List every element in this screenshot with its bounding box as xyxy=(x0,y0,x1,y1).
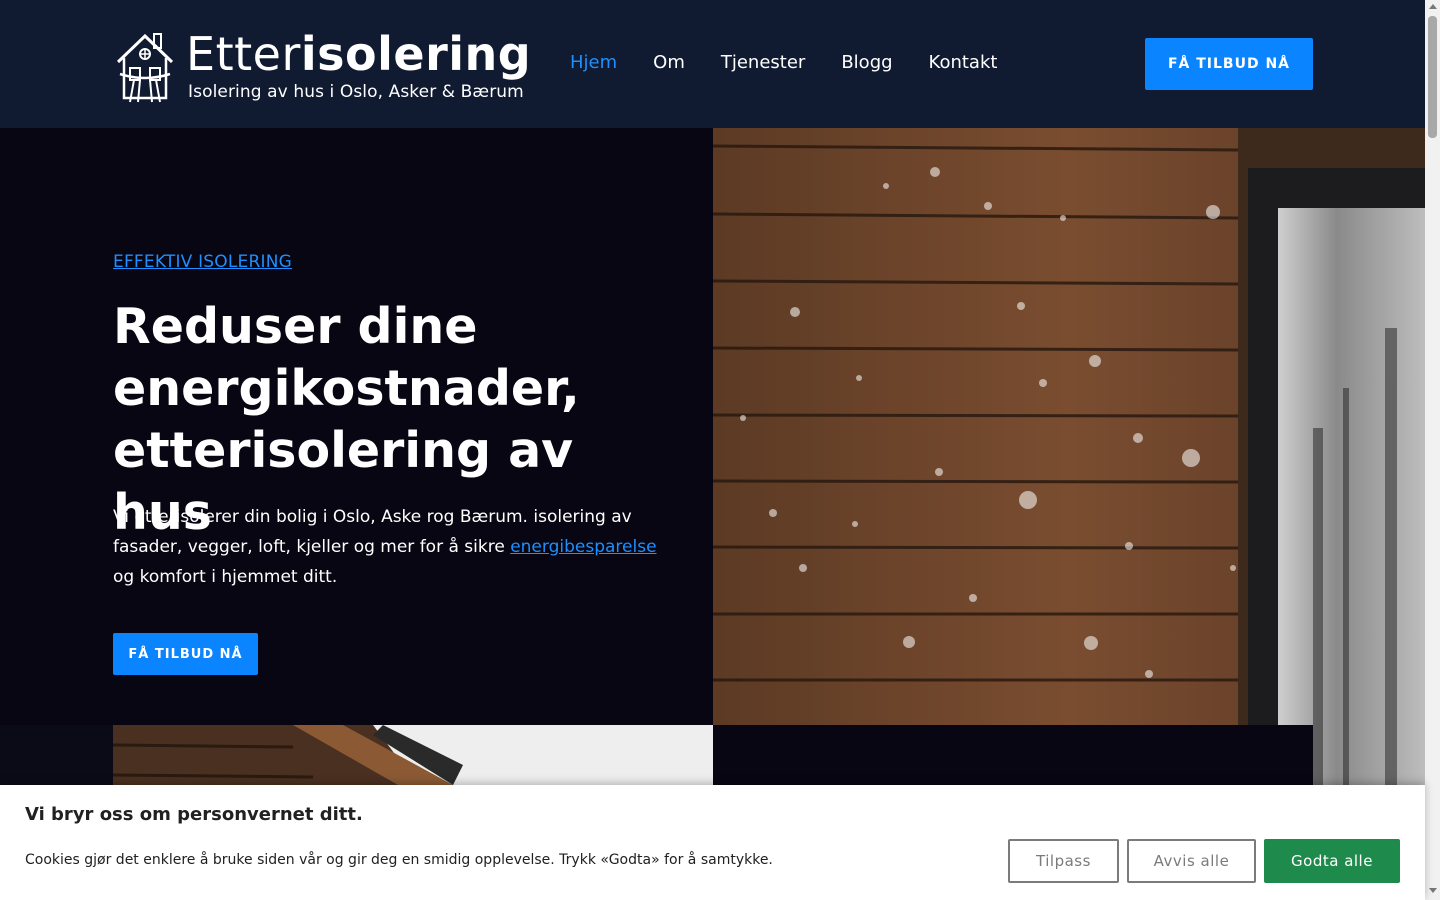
scroll-thumb[interactable] xyxy=(1428,16,1437,138)
site-header: Etterisolering Isolering av hus i Oslo, … xyxy=(0,0,1425,128)
header-quote-button[interactable]: FÅ TILBUD NÅ xyxy=(1145,38,1313,90)
cookie-customize-button[interactable]: Tilpass xyxy=(1008,839,1119,883)
nav-item-tjenester[interactable]: Tjenester xyxy=(721,50,805,76)
cookie-accept-all-button[interactable]: Godta alle xyxy=(1264,839,1400,883)
cookie-reject-all-button[interactable]: Avvis alle xyxy=(1127,839,1256,883)
nav-item-kontakt[interactable]: Kontakt xyxy=(929,50,998,76)
main-nav: Hjem Om Tjenester Blogg Kontakt xyxy=(570,50,1033,76)
nav-item-hjem[interactable]: Hjem xyxy=(570,50,617,76)
logo[interactable]: Etterisolering Isolering av hus i Oslo, … xyxy=(114,28,531,108)
logo-subtitle: Isolering av hus i Oslo, Asker & Bærum xyxy=(188,82,524,102)
logo-title: Etterisolering xyxy=(186,27,532,81)
scroll-up-arrow-icon[interactable] xyxy=(1429,4,1437,9)
scroll-down-arrow-icon[interactable] xyxy=(1429,888,1437,893)
hero-section: EFFEKTIV ISOLERING Reduser dine energiko… xyxy=(0,128,713,725)
cookie-text: Cookies gjør det enklere å bruke siden v… xyxy=(25,852,773,868)
nav-item-blogg[interactable]: Blogg xyxy=(841,50,892,76)
cookie-banner: Vi bryr oss om personvernet ditt. Cookie… xyxy=(0,785,1425,900)
hero-kicker-link[interactable]: EFFEKTIV ISOLERING xyxy=(113,252,292,272)
energy-saving-link[interactable]: energibesparelse xyxy=(510,537,656,557)
hero-quote-button[interactable]: FÅ TILBUD NÅ xyxy=(113,633,258,675)
page-scrollbar[interactable] xyxy=(1425,0,1440,900)
cookie-title: Vi bryr oss om personvernet ditt. xyxy=(25,804,363,825)
hero-text: Vi etterisolerer din bolig i Oslo, Aske … xyxy=(113,507,657,587)
house-logo-icon xyxy=(116,33,174,103)
nav-item-om[interactable]: Om xyxy=(653,50,685,76)
